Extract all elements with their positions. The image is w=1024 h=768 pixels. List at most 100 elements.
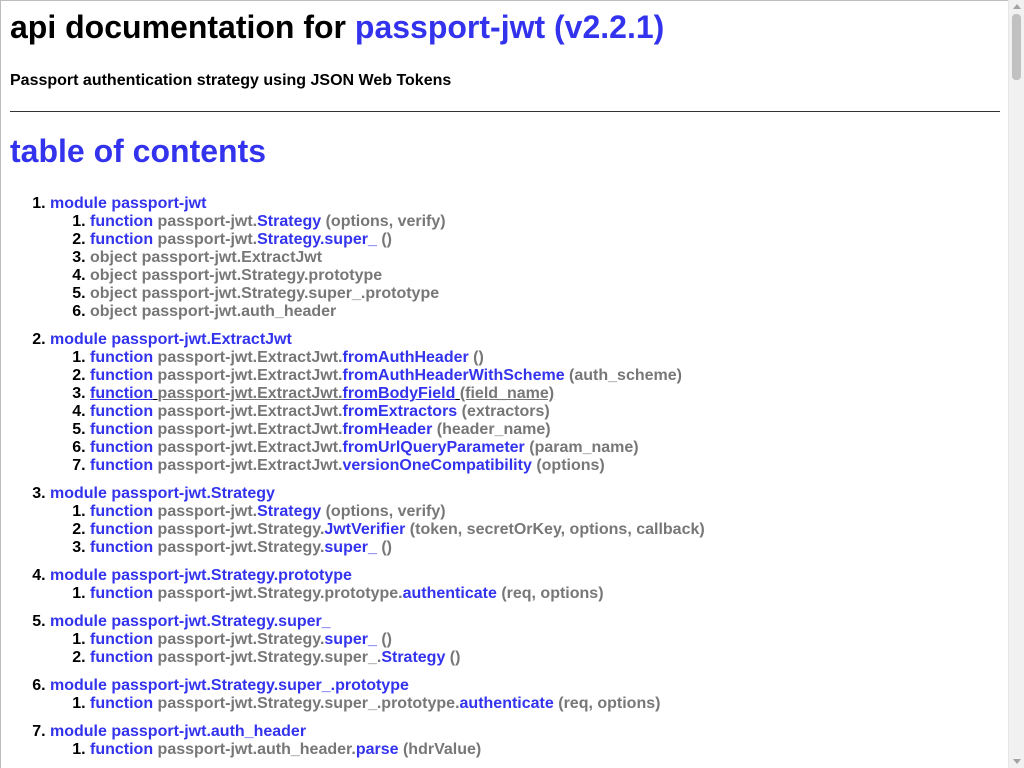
member-args: (req, options) <box>501 585 604 602</box>
member-name-link[interactable]: fromBodyField <box>342 385 455 402</box>
module-link[interactable]: module passport-jwt.Strategy.super_.prot… <box>50 677 409 694</box>
toc-member-list: function passport-jwt.Strategy (options,… <box>50 503 1000 557</box>
toc-member-item[interactable]: function passport-jwt.Strategy (options,… <box>90 213 1000 231</box>
member-args: () <box>449 649 461 666</box>
toc-member-item[interactable]: function passport-jwt.Strategy.super_ () <box>90 231 1000 249</box>
member-name-link[interactable]: Strategy <box>257 503 321 520</box>
member-name-link[interactable]: Strategy <box>381 649 445 666</box>
member-kind: object <box>90 303 138 320</box>
module-link[interactable]: module passport-jwt.ExtractJwt <box>50 331 292 348</box>
toc-member-item[interactable]: function passport-jwt.Strategy.super_.pr… <box>90 695 1000 713</box>
toc-member-item[interactable]: function passport-jwt.Strategy.prototype… <box>90 585 1000 603</box>
member-args: () <box>381 231 392 248</box>
member-path: passport-jwt. <box>157 503 258 520</box>
page-title: api documentation for passport-jwt (v2.2… <box>10 9 1000 46</box>
member-kind: function <box>90 539 154 556</box>
member-path: passport-jwt.auth_header <box>141 303 337 320</box>
scroll-thumb[interactable] <box>1012 14 1021 80</box>
toc-heading: table of contents <box>10 133 267 169</box>
member-path: passport-jwt.Strategy.super_.prototype <box>141 285 440 302</box>
member-path: passport-jwt. <box>157 213 258 230</box>
toc-member-item[interactable]: object passport-jwt.Strategy.super_.prot… <box>90 285 1000 303</box>
module-link[interactable]: module passport-jwt.Strategy.super_ <box>50 613 331 630</box>
member-kind: function <box>90 457 154 474</box>
toc-member-item[interactable]: object passport-jwt.ExtractJwt <box>90 249 1000 267</box>
scroll-down-arrow-icon[interactable] <box>1013 759 1021 764</box>
toc-member-item[interactable]: function passport-jwt.Strategy.super_ () <box>90 631 1000 649</box>
page-subtitle: Passport authentication strategy using J… <box>10 72 452 89</box>
package-link[interactable]: passport-jwt (v2.2.1) <box>355 9 664 45</box>
member-args: (token, secretOrKey, options, callback) <box>409 521 705 538</box>
toc-member-item[interactable]: function passport-jwt.Strategy.JwtVerifi… <box>90 521 1000 539</box>
member-name-link[interactable]: Strategy.super_ <box>257 231 377 248</box>
member-path: passport-jwt.Strategy. <box>157 521 325 538</box>
toc-member-item[interactable]: function passport-jwt.auth_header.parse … <box>90 741 1000 759</box>
module-link[interactable]: module passport-jwt.auth_header <box>50 723 306 740</box>
member-args: (hdrValue) <box>402 741 482 758</box>
member-name-link[interactable]: fromHeader <box>342 421 432 438</box>
member-name-link[interactable]: JwtVerifier <box>324 521 405 538</box>
scroll-up-arrow-icon[interactable] <box>1013 4 1021 9</box>
member-path: passport-jwt. <box>157 231 258 248</box>
member-kind: function <box>90 741 154 758</box>
member-kind: function <box>90 231 154 248</box>
toc-member-list: function passport-jwt.Strategy.super_.pr… <box>50 695 1000 713</box>
toc-module-item: module passport-jwt.Strategy.super_funct… <box>50 613 1000 667</box>
toc-member-item[interactable]: function passport-jwt.ExtractJwt.fromBod… <box>90 385 1000 403</box>
member-path: passport-jwt.ExtractJwt. <box>157 457 343 474</box>
member-name-link[interactable]: parse <box>356 741 399 758</box>
toc-member-item[interactable]: object passport-jwt.auth_header <box>90 303 1000 321</box>
toc-member-item[interactable]: function passport-jwt.ExtractJwt.fromAut… <box>90 349 1000 367</box>
member-path: passport-jwt.ExtractJwt <box>141 249 323 266</box>
member-path: passport-jwt.ExtractJwt. <box>157 403 343 420</box>
toc-member-item[interactable]: object passport-jwt.Strategy.prototype <box>90 267 1000 285</box>
member-kind: function <box>90 439 154 456</box>
toc-member-item[interactable]: function passport-jwt.ExtractJwt.fromExt… <box>90 403 1000 421</box>
member-args: (options) <box>536 457 605 474</box>
member-name-link[interactable]: fromUrlQueryParameter <box>342 439 524 456</box>
toc-member-list: function passport-jwt.Strategy (options,… <box>50 213 1000 321</box>
member-name-link[interactable]: fromAuthHeader <box>342 349 468 366</box>
toc-member-list: function passport-jwt.Strategy.prototype… <box>50 585 1000 603</box>
member-name-link[interactable]: versionOneCompatibility <box>342 457 531 474</box>
toc-member-item[interactable]: function passport-jwt.ExtractJwt.fromHea… <box>90 421 1000 439</box>
toc-member-item[interactable]: function passport-jwt.ExtractJwt.fromUrl… <box>90 439 1000 457</box>
member-path: passport-jwt.Strategy.super_. <box>157 649 382 666</box>
toc-module-item: module passport-jwt.Strategyfunction pas… <box>50 485 1000 557</box>
member-path: passport-jwt.ExtractJwt. <box>157 439 343 456</box>
member-name-link[interactable]: authenticate <box>460 695 554 712</box>
toc-member-item[interactable]: function passport-jwt.Strategy.super_ () <box>90 539 1000 557</box>
toc-member-item[interactable]: function passport-jwt.Strategy (options,… <box>90 503 1000 521</box>
member-name-link[interactable]: fromAuthHeaderWithScheme <box>342 367 564 384</box>
member-name-link[interactable]: fromExtractors <box>342 403 457 420</box>
member-name-link[interactable]: super_ <box>324 539 376 556</box>
member-kind: function <box>90 421 154 438</box>
member-name-link[interactable]: super_ <box>324 631 376 648</box>
member-kind: object <box>90 249 138 266</box>
member-args: () <box>381 631 392 648</box>
member-name-link[interactable]: Strategy <box>257 213 321 230</box>
divider <box>10 111 1000 112</box>
toc-member-item[interactable]: function passport-jwt.ExtractJwt.version… <box>90 457 1000 475</box>
member-args: (param_name) <box>529 439 639 456</box>
toc-module-list: module passport-jwtfunction passport-jwt… <box>10 195 1000 759</box>
member-kind: function <box>90 649 154 666</box>
member-args: () <box>473 349 484 366</box>
toc-member-list: function passport-jwt.Strategy.super_ ()… <box>50 631 1000 667</box>
member-args: (header_name) <box>436 421 551 438</box>
toc-member-item[interactable]: function passport-jwt.ExtractJwt.fromAut… <box>90 367 1000 385</box>
vertical-scrollbar[interactable] <box>1008 0 1024 768</box>
title-prefix: api documentation for <box>10 9 346 45</box>
module-link[interactable]: module passport-jwt.Strategy <box>50 485 275 502</box>
module-link[interactable]: module passport-jwt.Strategy.prototype <box>50 567 352 584</box>
member-kind: function <box>90 385 154 402</box>
member-kind: function <box>90 585 154 602</box>
member-args: (options, verify) <box>325 503 446 520</box>
member-path: passport-jwt.ExtractJwt. <box>157 367 343 384</box>
module-link[interactable]: module passport-jwt <box>50 195 206 212</box>
toc-member-list: function passport-jwt.ExtractJwt.fromAut… <box>50 349 1000 475</box>
toc-member-item[interactable]: function passport-jwt.Strategy.super_.St… <box>90 649 1000 667</box>
member-path: passport-jwt.ExtractJwt. <box>157 385 343 402</box>
member-kind: function <box>90 403 154 420</box>
member-name-link[interactable]: authenticate <box>403 585 497 602</box>
